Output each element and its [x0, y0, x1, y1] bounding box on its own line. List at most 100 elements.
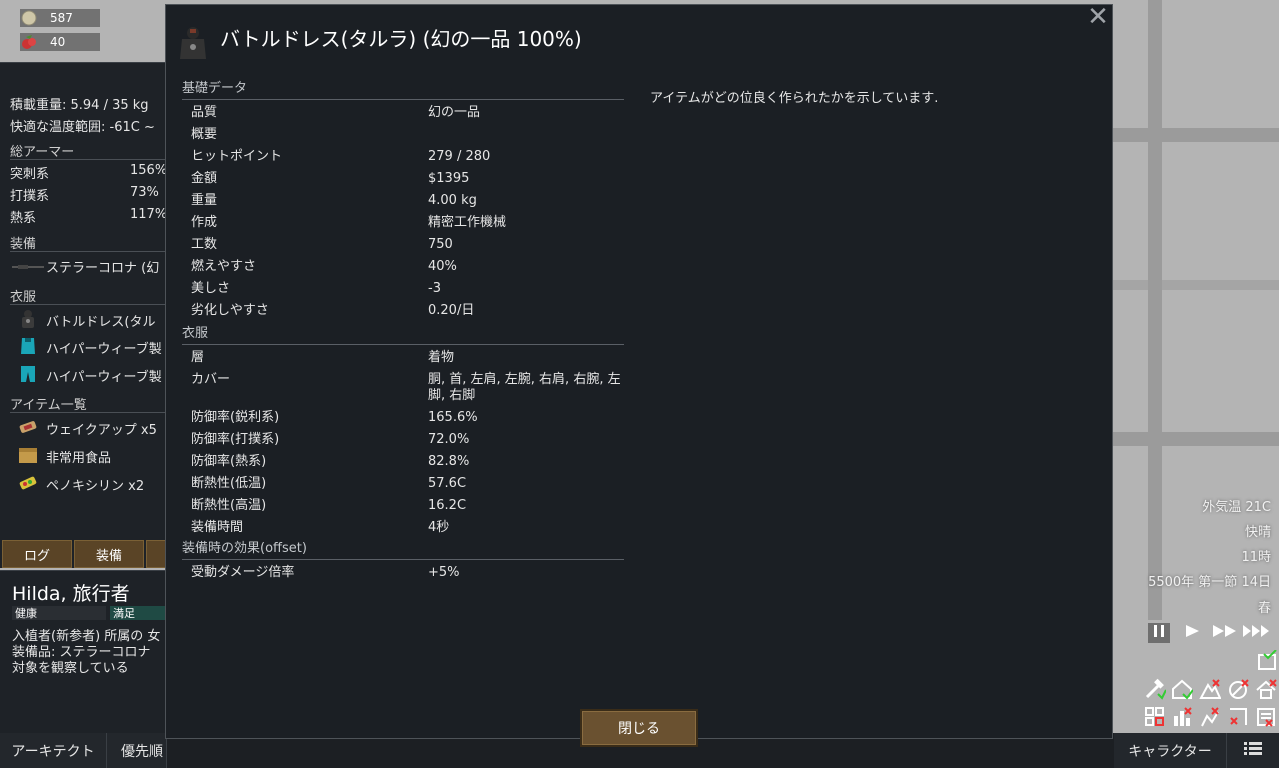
wake-up-icon: [18, 417, 38, 437]
mood-bar[interactable]: 満足: [110, 606, 166, 620]
stat-row[interactable]: 概要: [182, 124, 624, 146]
character-button[interactable]: キャラクター: [1114, 733, 1227, 768]
stat-label: 劣化しやすさ: [191, 303, 269, 318]
stat-label: 防御率(鋭利系): [191, 410, 280, 425]
divider: [10, 304, 166, 305]
stat-row[interactable]: 燃えやすさ 40%: [182, 256, 624, 278]
toggle-auto-home-area[interactable]: [1256, 649, 1278, 672]
stat-category-header: 基礎データ: [182, 79, 624, 100]
season-readout[interactable]: 春: [1258, 597, 1271, 616]
speed-fast-button[interactable]: [1212, 624, 1238, 642]
stat-row[interactable]: 断熱性(高温) 16.2C: [182, 495, 624, 517]
stat-label: ヒットポイント: [191, 149, 283, 164]
play-icon: [1184, 624, 1200, 642]
stat-value: 0.20/日: [428, 303, 475, 318]
stat-row[interactable]: 防御率(熱系) 82.8%: [182, 451, 624, 473]
stat-label: 防御率(熱系): [191, 454, 267, 469]
item-info-dialog: バトルドレス(タルラ) (幻の一品 100%) ✕ 基礎データ 品質 幻の一品 概要ヒ…: [165, 4, 1113, 747]
stat-row[interactable]: 品質 幻の一品: [182, 102, 624, 124]
stat-row[interactable]: 受動ダメージ倍率 +5%: [182, 562, 624, 584]
toggle-beauty-overlay[interactable]: [1199, 706, 1221, 728]
close-button[interactable]: ✕: [1086, 4, 1110, 30]
stat-row[interactable]: 装備時間 4秒: [182, 517, 624, 539]
toggle-roof-view[interactable]: [1255, 678, 1277, 700]
architect-button[interactable]: アーキテクト: [0, 733, 107, 768]
hyperweave-shirt-icon: [18, 336, 38, 356]
stat-row[interactable]: 防御率(打撲系) 72.0%: [182, 429, 624, 451]
toggle-plant-grid[interactable]: [1144, 706, 1166, 728]
stat-row[interactable]: 工数 750: [182, 234, 624, 256]
stat-row[interactable]: 作成 精密工作機械: [182, 212, 624, 234]
speed-normal-button[interactable]: [1184, 624, 1200, 642]
battle-dress-icon: [18, 309, 38, 329]
pause-button[interactable]: [1148, 623, 1170, 643]
stat-row[interactable]: 層 着物: [182, 347, 624, 369]
inventory-item[interactable]: ウェイクアップ x5: [46, 419, 157, 438]
resource-silver[interactable]: 587: [20, 9, 100, 27]
toggle-stats-overlay[interactable]: [1171, 706, 1193, 728]
packaged-meal-icon: [18, 445, 38, 465]
pawn-summary: Hilda, 旅行者 健康 満足 入植者(新参者) 所属の 女 装備品: ステラ…: [0, 570, 166, 733]
stat-value: 胴, 首, 左肩, 左腕, 右肩, 右腕, 左脚, 右脚: [428, 372, 621, 403]
stat-row[interactable]: カバー 胴, 首, 左肩, 左腕, 右肩, 右腕, 左脚, 右脚: [182, 369, 624, 407]
corner-icon: [1227, 708, 1249, 732]
toggle-home-area[interactable]: [1171, 678, 1194, 700]
stat-label: 防御率(打撲系): [191, 432, 280, 447]
work-button[interactable]: 優先順: [107, 733, 167, 768]
stat-value: -3: [428, 281, 441, 296]
date-readout[interactable]: 5500年 第一節 14日: [1148, 571, 1271, 590]
armor-value: 117%: [130, 207, 168, 222]
stat-label: 重量: [191, 193, 218, 208]
stat-value: $1395: [428, 171, 470, 186]
stat-value: 40%: [428, 259, 457, 274]
stat-value: 57.6C: [428, 476, 467, 491]
stat-value: 82.8%: [428, 454, 470, 469]
speed-superfast-button[interactable]: [1242, 624, 1272, 642]
apparel-item[interactable]: バトルドレス(タル: [46, 311, 155, 330]
stat-value: 165.6%: [428, 410, 478, 425]
pawn-activity: 対象を観察している: [12, 661, 129, 676]
toggle-zone-view[interactable]: [1199, 678, 1222, 700]
hyperweave-pants-icon: [18, 364, 38, 384]
stat-row[interactable]: 美しさ -3: [182, 278, 624, 300]
health-bar[interactable]: 健康: [12, 606, 106, 620]
toggle-resource-readout[interactable]: [1255, 706, 1277, 728]
tab-gear[interactable]: 装備: [74, 540, 144, 568]
stat-row[interactable]: 金額 $1395: [182, 168, 624, 190]
apparel-item[interactable]: ハイパーウィーブ製: [46, 366, 162, 385]
equipment-item[interactable]: ステラーコロナ (幻: [46, 257, 159, 276]
toggle-build-tools[interactable]: [1144, 678, 1167, 700]
menu-button[interactable]: [1227, 733, 1279, 768]
tab-log[interactable]: ログ: [2, 540, 72, 568]
stat-row[interactable]: ヒットポイント 279 / 280: [182, 146, 624, 168]
house-icon: [1171, 679, 1194, 704]
time-readout[interactable]: 11時: [1241, 546, 1271, 565]
stat-value: +5%: [428, 565, 460, 580]
pawn-name: Hilda, 旅行者: [12, 583, 130, 605]
stat-category-header: 装備時の効果(offset): [182, 539, 624, 560]
stat-row[interactable]: 防御率(鋭利系) 165.6%: [182, 407, 624, 429]
stat-row[interactable]: 劣化しやすさ 0.20/日: [182, 300, 624, 322]
stat-label: カバー: [191, 372, 231, 387]
weather-readout[interactable]: 快晴: [1245, 521, 1271, 540]
toggle-auto-rebuild[interactable]: [1227, 678, 1249, 700]
toggle-room-overlay[interactable]: [1227, 706, 1249, 728]
dialog-close-button[interactable]: 閉じる: [580, 709, 698, 747]
inventory-item[interactable]: ペノキシリン x2: [46, 475, 144, 494]
superfast-icon: [1242, 624, 1272, 642]
resource-berries[interactable]: 40: [20, 33, 100, 51]
mountain-icon: [1199, 679, 1222, 704]
stat-row[interactable]: 重量 4.00 kg: [182, 190, 624, 212]
armor-value: 156%: [130, 163, 168, 178]
map-wall: [1148, 0, 1162, 620]
stat-label: 金額: [191, 171, 218, 186]
apparel-item[interactable]: ハイパーウィーブ製: [46, 338, 162, 357]
inspect-pane: 積載重量: 5.94 / 35 kg 快適な温度範囲: -61C ~ 総アーマー…: [0, 62, 168, 538]
checklist-icon: [1256, 649, 1278, 676]
stat-row[interactable]: 断熱性(低温) 57.6C: [182, 473, 624, 495]
rifle-icon: [10, 257, 46, 277]
inventory-item[interactable]: 非常用食品: [46, 447, 111, 466]
outdoor-temp[interactable]: 外気温 21C: [1202, 496, 1271, 515]
stat-label: 燃えやすさ: [191, 259, 257, 274]
mass-readout: 積載重量: 5.94 / 35 kg: [10, 98, 149, 113]
